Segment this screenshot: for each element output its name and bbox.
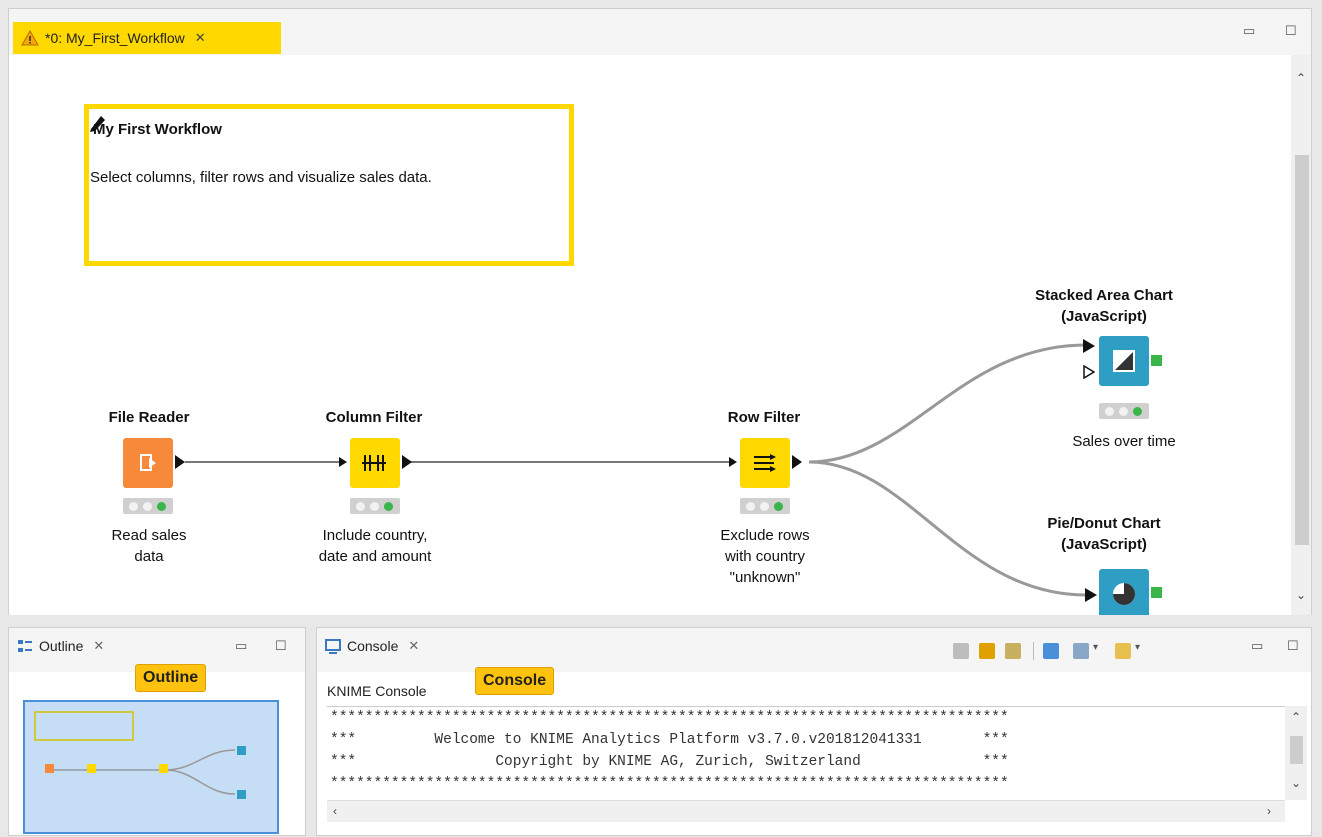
input-port-optional-icon[interactable] [1083,365,1095,379]
node-label-stacked-area-chart: Stacked Area Chart (JavaScript) [1035,287,1173,325]
console-line: *** Copyright by KNIME AG, Zurich, Switz… [330,754,1009,770]
workflow-editor: *0: My_First_Workflow ✕ ▭ ☐ My First Wor… [8,8,1312,615]
minimize-icon[interactable]: ▭ [235,638,247,654]
outline-thumbnail[interactable] [23,700,279,834]
node-label-file-reader: File Reader [108,409,190,426]
workflow-canvas[interactable]: My First Workflow Select columns, filter… [9,55,1293,615]
scroll-down-icon[interactable]: ⌄ [1296,588,1306,602]
warning-icon [21,30,39,46]
clear-console-icon[interactable] [953,643,969,659]
output-port-icon[interactable] [175,455,185,469]
console-line: ****************************************… [330,710,1009,726]
close-icon[interactable]: ✕ [408,638,419,654]
file-reader-icon [140,454,156,471]
console-badge: Console [475,667,555,695]
output-port-icon[interactable] [1151,587,1162,598]
row-filter-icon [754,454,776,472]
node-label-pie-donut-chart: Pie/Donut Chart (JavaScript) [1047,515,1161,553]
node-desc-row-filter: Exclude rows with country "unknown" [720,527,810,586]
outline-panel: Outline ✕ ▭ ☐ Outline [8,627,306,836]
outline-icon [18,640,32,652]
status-light-stacked-area-chart [1099,403,1149,419]
scroll-up-icon[interactable]: ⌃ [1296,71,1306,85]
node-label-row-filter: Row Filter [727,409,801,426]
area-chart-icon [1113,350,1135,372]
output-port-icon[interactable] [1151,355,1162,366]
node-desc-file-reader: Read sales data [111,527,187,565]
node-pie-donut-chart[interactable] [1099,569,1149,615]
maximize-icon[interactable]: ☐ [275,638,287,654]
console-vertical-scrollbar[interactable]: ⌃ ⌄ [1285,706,1307,800]
node-desc-stacked-area-chart: Sales over time [1072,433,1176,450]
maximize-icon[interactable]: ☐ [1287,638,1299,654]
pin-console-icon[interactable] [1043,643,1059,659]
node-stacked-area-chart[interactable] [1099,336,1149,386]
display-console-icon[interactable] [1073,643,1089,659]
outline-badge: Outline [135,664,207,692]
output-port-icon[interactable] [402,455,412,469]
input-port-icon[interactable] [1083,339,1095,353]
close-icon[interactable]: ✕ [195,30,206,46]
connection-arrow [339,457,347,467]
output-port-icon[interactable] [792,455,802,469]
status-light-row-filter [740,498,790,514]
chevron-down-icon[interactable]: ▾ [1135,642,1140,653]
tab-console[interactable]: Console ✕ [325,638,419,654]
scroll-left-icon[interactable]: ‹ [333,804,337,818]
scroll-down-icon[interactable]: ⌄ [1291,776,1301,790]
annotation-text: Select columns, filter rows and visualiz… [90,169,432,186]
console-icon [325,639,341,654]
status-light-file-reader [123,498,173,514]
tab-my-first-workflow[interactable]: *0: My_First_Workflow ✕ [13,22,281,54]
console-subtitle: KNIME Console [327,683,427,699]
minimize-icon[interactable]: ▭ [1251,638,1263,654]
pie-chart-icon [1113,583,1135,605]
minimize-icon[interactable]: ▭ [1243,23,1255,39]
column-filter-icon [362,455,386,471]
node-file-reader[interactable] [123,438,173,488]
editor-vertical-scrollbar[interactable]: ⌃ ⌄ [1291,55,1311,615]
scrollbar-thumb[interactable] [1295,155,1309,545]
close-icon[interactable]: ✕ [93,638,104,654]
chevron-down-icon[interactable]: ▾ [1093,642,1098,653]
scroll-right-icon[interactable]: › [1267,804,1271,818]
node-column-filter[interactable] [350,438,400,488]
workflow-annotation[interactable]: My First Workflow Select columns, filter… [84,104,574,266]
editor-tab-label: *0: My_First_Workflow [45,30,185,46]
open-console-icon[interactable] [1115,643,1131,659]
workflow-thumbnail [34,711,246,799]
console-line: *** Welcome to KNIME Analytics Platform … [330,732,1009,748]
status-light-column-filter [350,498,400,514]
annotation-title: My First Workflow [93,121,222,138]
word-wrap-icon[interactable] [1005,643,1021,659]
console-panel: Console ✕ ▾ ▾ ▭ ☐ Console KNIME Console … [316,627,1312,836]
maximize-icon[interactable]: ☐ [1285,23,1297,39]
console-output[interactable]: ****************************************… [327,706,1287,798]
scrollbar-thumb[interactable] [1290,736,1303,764]
tab-outline[interactable]: Outline ✕ [17,638,104,654]
editor-tabbar: *0: My_First_Workflow ✕ ▭ ☐ [9,9,1311,55]
input-port-icon[interactable] [1085,588,1097,602]
scroll-up-icon[interactable]: ⌃ [1291,710,1301,724]
scroll-lock-icon[interactable] [979,643,995,659]
console-tab-label: Console [347,638,399,654]
node-label-column-filter: Column Filter [325,409,423,426]
console-line: ****************************************… [330,776,1009,792]
connection-arrow [729,457,737,467]
console-horizontal-scrollbar[interactable]: ‹ › [327,800,1285,822]
console-tabbar: Console ✕ ▾ ▾ ▭ ☐ [317,628,1311,672]
node-desc-column-filter: Include country, date and amount [318,527,432,565]
outline-tab-label: Outline [39,638,84,654]
toolbar-separator [1033,642,1034,660]
node-row-filter[interactable] [740,438,790,488]
